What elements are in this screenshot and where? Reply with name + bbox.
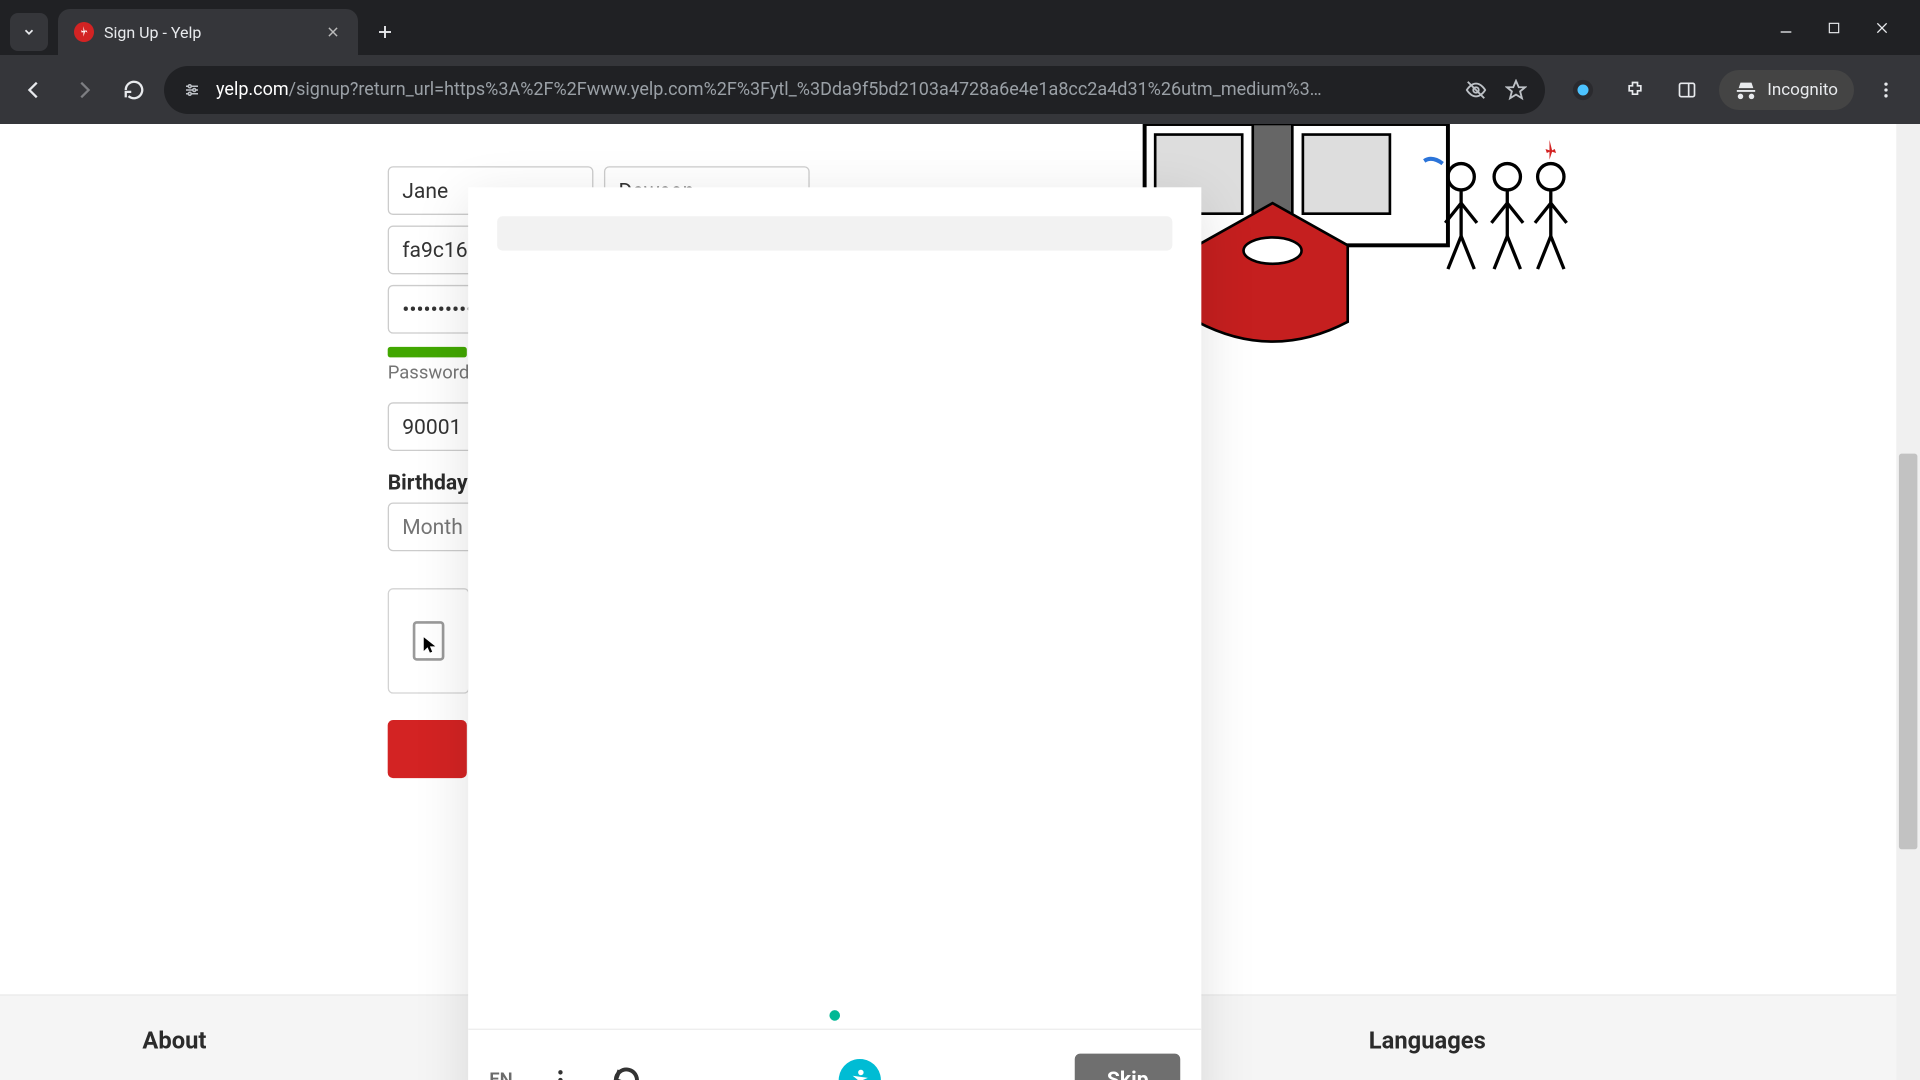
incognito-icon — [1735, 79, 1757, 101]
yelp-favicon — [74, 22, 94, 42]
toolbar: yelp.com/signup?return_url=https%3A%2F%2… — [0, 55, 1920, 124]
captcha-footer: EN Skip — [468, 1029, 1201, 1080]
captcha-language[interactable]: EN — [489, 1069, 512, 1080]
password-strength-bar — [388, 347, 467, 358]
footer-heading-languages: Languages — [1369, 1027, 1778, 1055]
captcha-body — [468, 187, 1201, 1028]
forward-button[interactable] — [64, 70, 104, 110]
recaptcha-box[interactable] — [388, 588, 470, 693]
page-content: Jane Dawson fa9c161 •••••••••••• Passwor… — [0, 124, 1920, 1080]
kebab-menu-icon[interactable] — [1866, 70, 1906, 110]
extensions-profile-icon[interactable] — [1563, 70, 1603, 110]
extensions-icon[interactable] — [1615, 70, 1655, 110]
captcha-more-icon[interactable] — [542, 1061, 579, 1080]
site-settings-icon[interactable] — [182, 80, 202, 100]
url-text: yelp.com/signup?return_url=https%3A%2F%2… — [216, 79, 1451, 100]
chevron-down-icon — [22, 25, 36, 39]
recaptcha-checkbox[interactable] — [413, 621, 445, 661]
back-button[interactable] — [14, 70, 54, 110]
captcha-accessibility-icon[interactable] — [836, 1056, 884, 1080]
tab-search-button[interactable] — [10, 13, 48, 51]
scrollbar-thumb[interactable] — [1899, 454, 1917, 850]
minimize-icon[interactable] — [1776, 18, 1796, 38]
reload-button[interactable] — [114, 70, 154, 110]
captcha-challenge-modal: EN Skip — [468, 187, 1201, 1080]
browser-tab[interactable]: Sign Up - Yelp — [58, 9, 358, 55]
captcha-refresh-icon[interactable] — [608, 1061, 645, 1080]
viewport: Jane Dawson fa9c161 •••••••••••• Passwor… — [0, 124, 1920, 1080]
window-controls — [1776, 0, 1920, 55]
new-tab-button[interactable] — [366, 13, 404, 51]
bookmark-star-icon[interactable] — [1505, 79, 1527, 101]
captcha-skip-button[interactable]: Skip — [1075, 1054, 1180, 1080]
cursor-icon — [421, 632, 439, 658]
tab-title: Sign Up - Yelp — [104, 23, 314, 42]
window-close-icon[interactable] — [1872, 18, 1892, 38]
incognito-indicator[interactable]: Incognito — [1719, 70, 1854, 110]
captcha-page-indicator — [829, 1010, 840, 1021]
side-panel-icon[interactable] — [1667, 70, 1707, 110]
captcha-instruction-placeholder — [497, 216, 1172, 250]
incognito-label: Incognito — [1767, 80, 1838, 100]
eye-off-icon[interactable] — [1465, 79, 1487, 101]
vertical-scrollbar[interactable] — [1896, 124, 1920, 1080]
footer-col-languages: Languages English Countries — [1369, 1027, 1778, 1080]
close-icon[interactable] — [324, 23, 342, 41]
address-bar[interactable]: yelp.com/signup?return_url=https%3A%2F%2… — [164, 66, 1545, 114]
browser-chrome: Sign Up - Yelp yelp.com/signup?return_ur… — [0, 0, 1920, 124]
tab-bar: Sign Up - Yelp — [0, 0, 1920, 55]
maximize-icon[interactable] — [1824, 18, 1844, 38]
signup-button[interactable] — [388, 720, 467, 778]
toolbar-right: Incognito — [1555, 70, 1906, 110]
